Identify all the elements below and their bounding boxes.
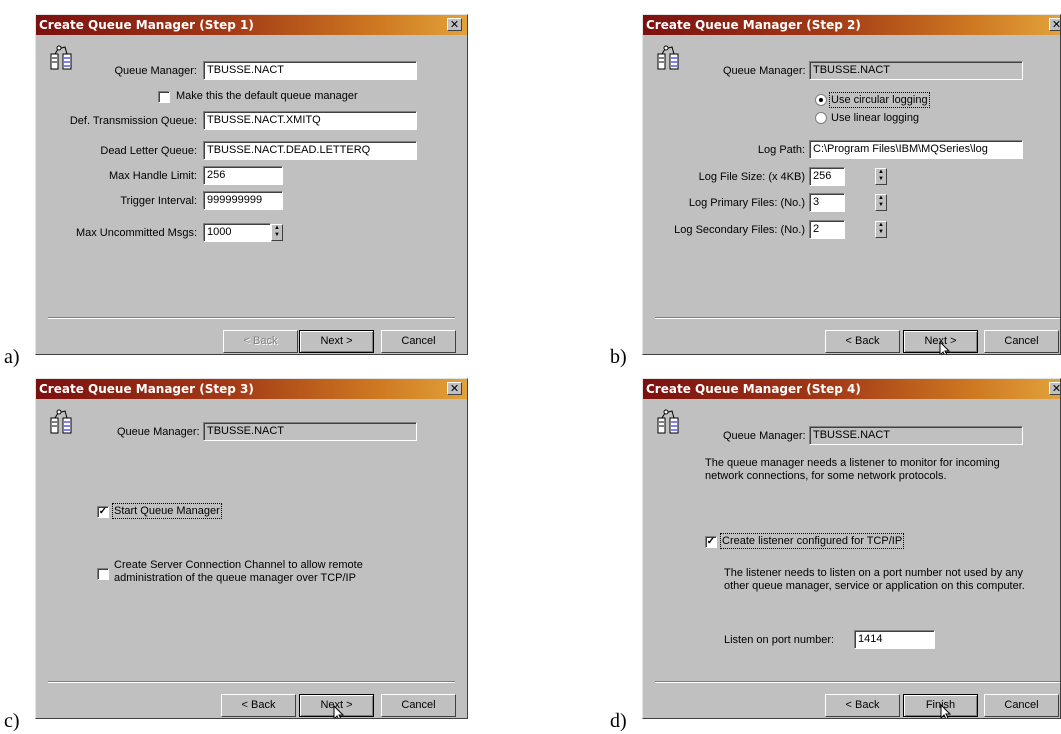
step3-dialog: Create Queue Manager (Step 3) ✕ Queue Ma… [35,378,468,719]
log-file-size-input[interactable]: 256 [809,167,845,186]
log-path-label: Log Path: [757,144,805,156]
separator [48,317,455,319]
close-icon[interactable]: ✕ [447,18,462,31]
listener-label: Create listener configured for TCP/IP [719,533,905,549]
back-button[interactable]: < Back [825,694,900,717]
step1-dialog: Create Queue Manager (Step 1) ✕ Queue Ma… [35,14,468,355]
step4-dialog: Create Queue Manager (Step 4) ✕ Queue Ma… [642,378,1061,719]
step2-dialog: Create Queue Manager (Step 2) ✕ Queue Ma… [642,14,1061,355]
port-input[interactable]: 1414 [854,630,935,649]
linear-logging-radio[interactable] [815,112,827,124]
queue-manager-label: Queue Manager: [117,426,200,438]
queue-manager-icon [50,45,72,70]
start-qm-label: Start Queue Manager [112,503,222,519]
queue-manager-icon [50,409,72,434]
queue-manager-label: Queue Manager: [723,430,806,442]
queue-manager-label: Queue Manager: [723,65,806,77]
panel-label-b: b) [610,346,627,368]
queue-manager-readonly: TBUSSE.NACT [809,426,1023,445]
queue-manager-input[interactable]: TBUSSE.NACT [203,61,417,80]
queue-manager-icon [657,409,679,434]
queue-manager-label: Queue Manager: [114,65,197,77]
queue-manager-icon [657,45,679,70]
log-secondary-label: Log Secondary Files: (No.) [674,224,805,236]
svrconn-checkbox[interactable] [97,568,109,580]
dlq-label: Dead Letter Queue: [100,145,197,157]
step2-titlebar: Create Queue Manager (Step 2) ✕ [643,15,1060,35]
trigger-input[interactable]: 999999999 [203,191,283,210]
mouse-cursor-icon [333,705,345,718]
step4-title: Create Queue Manager (Step 4) [646,382,861,396]
queue-manager-readonly: TBUSSE.NACT [809,61,1023,80]
svrconn-label: Create Server Connection Channel to allo… [114,559,363,585]
queue-manager-readonly: TBUSSE.NACT [203,422,417,441]
panel-label-c: c) [4,710,20,732]
close-icon[interactable]: ✕ [1049,18,1060,31]
circular-logging-radio[interactable] [815,94,827,106]
panel-label-d: d) [610,710,627,732]
back-button[interactable]: < Back [221,694,296,717]
log-primary-label: Log Primary Files: (No.) [688,197,805,209]
step4-titlebar: Create Queue Manager (Step 4) ✕ [643,379,1060,399]
next-button[interactable]: Next > [299,330,374,353]
step3-titlebar: Create Queue Manager (Step 3) ✕ [36,379,467,399]
svrconn-line2: administration of the queue manager over… [114,572,356,584]
port-info-line2: other queue manager, service or applicat… [724,580,1025,592]
log-secondary-spinner[interactable]: ▲ ▼ [875,221,887,238]
log-primary-spinner[interactable]: ▲ ▼ [875,194,887,211]
cancel-button[interactable]: Cancel [984,330,1059,353]
mouse-cursor-icon [939,341,951,354]
step2-title: Create Queue Manager (Step 2) [646,18,861,32]
step3-title: Create Queue Manager (Step 3) [39,382,254,396]
linear-logging-label: Use linear logging [831,112,920,124]
step1-title: Create Queue Manager (Step 1) [39,18,254,32]
listener-info-text: The queue manager needs a listener to mo… [705,457,1000,483]
cancel-button[interactable]: Cancel [984,694,1059,717]
step1-titlebar: Create Queue Manager (Step 1) ✕ [36,15,467,35]
default-qm-checkbox[interactable] [158,91,170,103]
trigger-label: Trigger Interval: [120,195,197,207]
def-xmit-label: Def. Transmission Queue: [69,115,197,127]
max-uncommitted-label: Max Uncommitted Msgs: [75,227,197,239]
log-secondary-input[interactable]: 2 [809,220,845,239]
separator [48,681,455,683]
separator [655,317,1060,319]
back-button[interactable]: < Back [223,330,298,353]
max-uncommitted-input[interactable]: 1000 [203,223,271,242]
port-label: Listen on port number: [724,634,835,646]
dlq-input[interactable]: TBUSSE.NACT.DEAD.LETTERQ [203,141,417,160]
listener-checkbox[interactable]: ✓ [705,536,717,548]
close-icon[interactable]: ✕ [1049,382,1060,395]
close-icon[interactable]: ✕ [447,382,462,395]
listener-info-line2: network connections, for some network pr… [705,470,947,482]
separator [655,681,1060,683]
def-xmit-input[interactable]: TBUSSE.NACT.XMITQ [203,111,417,130]
mouse-cursor-icon [940,704,952,718]
port-info-text: The listener needs to listen on a port n… [724,567,1025,593]
log-file-size-spinner[interactable]: ▲ ▼ [875,168,887,185]
panel-label-a: a) [4,346,20,368]
default-qm-label: Make this the default queue manager [176,90,358,102]
port-info-line1: The listener needs to listen on a port n… [724,567,1024,579]
cancel-button[interactable]: Cancel [381,694,456,717]
back-button[interactable]: < Back [825,330,900,353]
cancel-button[interactable]: Cancel [381,330,456,353]
circular-logging-label: Use circular logging [829,92,930,108]
max-handle-input[interactable]: 256 [203,166,283,185]
svrconn-line1: Create Server Connection Channel to allo… [114,559,363,571]
max-uncommitted-spinner[interactable]: ▲ ▼ [271,224,283,241]
log-path-input[interactable]: C:\Program Files\IBM\MQSeries\log [809,140,1023,159]
start-qm-checkbox[interactable]: ✓ [97,506,109,518]
max-handle-label: Max Handle Limit: [108,170,197,182]
log-file-size-label: Log File Size: (x 4KB) [698,171,805,183]
log-primary-input[interactable]: 3 [809,193,845,212]
listener-info-line1: The queue manager needs a listener to mo… [705,457,1000,469]
